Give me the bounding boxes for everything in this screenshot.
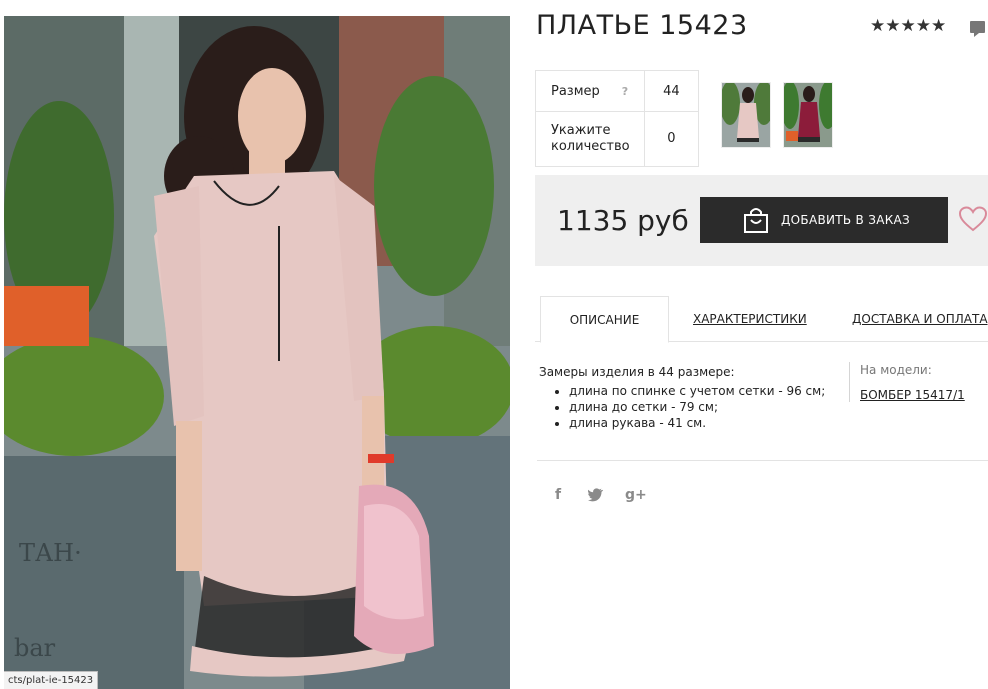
thumbnail-pink-illustration — [722, 83, 770, 147]
model-wearing-label: На модели: — [860, 363, 932, 377]
rating-stars[interactable]: ★★★★★ — [870, 15, 946, 37]
divider — [537, 460, 988, 461]
tab-delivery-payment[interactable]: ДОСТАВКА И ОПЛАТА — [852, 296, 988, 342]
shopping-bag-icon — [744, 208, 768, 233]
product-main-image[interactable]: ТАН· bar cts/plat-ie-15423 — [4, 16, 510, 689]
description-panel: Замеры изделия в 44 размере: длина по сп… — [539, 364, 839, 431]
size-label-cell: Размер? — [535, 70, 645, 112]
list-item: длина по спинке с учетом сетки - 96 см; — [569, 383, 839, 399]
svg-text:bar: bar — [14, 634, 56, 662]
product-price: 1135 руб — [557, 204, 689, 237]
size-row: Размер? 44 — [535, 70, 700, 112]
size-label: Размер — [551, 83, 600, 99]
comment-icon[interactable] — [970, 20, 986, 38]
thumbnail-pink-dress[interactable] — [721, 82, 771, 148]
googleplus-icon[interactable]: g+ — [625, 486, 647, 504]
list-item: длина рукава - 41 см. — [569, 415, 839, 431]
description-intro: Замеры изделия в 44 размере: — [539, 365, 735, 379]
svg-text:ТАН·: ТАН· — [19, 539, 82, 567]
product-photo-illustration: ТАН· bar — [4, 16, 510, 689]
model-wearing-link[interactable]: БОМБЕР 15417/1 — [860, 387, 965, 403]
measurements-list: длина по спинке с учетом сетки - 96 см; … — [539, 383, 839, 431]
tab-characteristics[interactable]: ХАРАКТЕРИСТИКИ — [693, 296, 807, 342]
status-bar-url: cts/plat-ie-15423 — [4, 671, 99, 689]
facebook-icon[interactable]: f — [555, 486, 561, 504]
quantity-row: Укажите количество 0 — [535, 111, 700, 167]
list-item: длина до сетки - 79 см; — [569, 399, 839, 415]
quantity-input[interactable]: 0 — [643, 111, 700, 167]
add-to-order-label: ДОБАВИТЬ В ЗАКАЗ — [781, 213, 911, 227]
thumbnail-burgundy-illustration — [784, 83, 832, 147]
product-title: ПЛАТЬЕ 15423 — [536, 10, 748, 41]
size-help-icon[interactable]: ? — [622, 85, 628, 98]
add-to-order-button[interactable]: ДОБАВИТЬ В ЗАКАЗ — [700, 197, 948, 243]
product-tabs: ОПИСАНИЕ ХАРАКТЕРИСТИКИ ДОСТАВКА И ОПЛАТ… — [535, 296, 988, 343]
tab-description[interactable]: ОПИСАНИЕ — [540, 296, 669, 343]
model-wearing-box: На модели: БОМБЕР 15417/1 — [849, 362, 965, 402]
wishlist-heart-icon[interactable] — [959, 206, 987, 232]
price-panel: 1135 руб ДОБАВИТЬ В ЗАКАЗ — [535, 175, 988, 266]
quantity-label: Укажите количество — [535, 111, 645, 167]
size-value[interactable]: 44 — [643, 70, 700, 112]
thumbnail-burgundy-dress[interactable] — [783, 82, 833, 148]
product-options-table: Размер? 44 Укажите количество 0 — [535, 70, 700, 167]
twitter-icon[interactable] — [588, 488, 604, 502]
